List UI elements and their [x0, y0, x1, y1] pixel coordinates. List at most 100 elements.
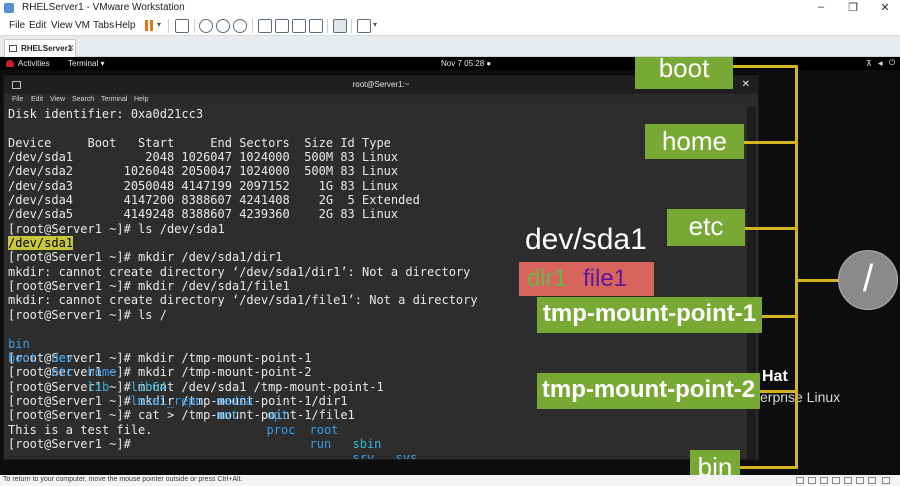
- etc-box: etc: [667, 209, 745, 246]
- snapshot-manager-icon[interactable]: [233, 19, 247, 33]
- ls-entry: local_repo: [130, 393, 203, 408]
- power-dropdown-icon[interactable]: ▾: [157, 20, 161, 29]
- terminal-line: [root@Server1 ~]# mkdir /tmp-mount-point…: [8, 350, 312, 365]
- toolbar-divider: [194, 19, 195, 33]
- full-screen-icon[interactable]: [292, 19, 306, 33]
- bin-box: bin: [690, 450, 740, 475]
- guest-display[interactable]: Activities Terminal ▾ Nov 7 05:28 ● ⊼ ◂ …: [0, 57, 900, 475]
- pause-icon[interactable]: [145, 20, 148, 31]
- terminal-menu-view[interactable]: View: [50, 96, 65, 103]
- vm-tab[interactable]: RHELServer1 ✕: [4, 39, 76, 57]
- unity-view-icon[interactable]: [309, 19, 323, 33]
- message-log-icon[interactable]: [882, 477, 890, 484]
- vm-tab-icon: [9, 45, 17, 52]
- tree-branch-boot: [733, 65, 796, 68]
- snapshot-icon[interactable]: [199, 19, 213, 33]
- minimize-button[interactable]: –: [806, 1, 836, 15]
- terminal-line: [root@Server1 ~]# cat > /tmp-mount-point…: [8, 408, 355, 423]
- terminal-menu-help[interactable]: Help: [134, 96, 148, 103]
- terminal-app-menu[interactable]: Terminal ▾: [68, 59, 104, 68]
- terminal-line: /dev/sda3 2050048 4147199 2097152 1G 83 …: [8, 178, 399, 193]
- terminal-line: This is a test file.: [8, 422, 153, 437]
- tmp-mount-point-2-box: tmp-mount-point-2: [537, 373, 760, 409]
- vmware-logo-icon: [4, 3, 14, 13]
- terminal-line: /dev/sda5 4149248 8388607 4239360 2G 83 …: [8, 207, 399, 222]
- terminal-menu-terminal[interactable]: Terminal: [101, 96, 127, 103]
- dir1-label: dir1: [527, 265, 568, 292]
- hard-disk-icon[interactable]: [796, 477, 804, 484]
- device-label: dev/sda1: [525, 223, 647, 256]
- pause-icon-bar: [150, 20, 153, 31]
- vmware-title-bar: RHELServer1 - VMware Workstation – ❐ ✕: [0, 0, 900, 16]
- system-menu-icon[interactable]: ⏻: [889, 58, 895, 68]
- menu-view[interactable]: View: [51, 20, 73, 31]
- redhat-logo-icon: [6, 60, 14, 67]
- terminal-line: /dev/sda1 2048 1026047 1024000 500M 83 L…: [8, 150, 399, 165]
- terminal-line: Disk identifier: 0xa0d21cc3: [8, 107, 204, 121]
- ls-entry: home: [87, 365, 117, 380]
- printer-icon[interactable]: [856, 477, 864, 484]
- ls-entry: media: [216, 393, 253, 408]
- thumbnail-bar-icon[interactable]: [275, 19, 289, 33]
- ls-entry: run: [309, 436, 332, 451]
- toolbar-divider: [351, 19, 352, 33]
- sound-card-icon[interactable]: [844, 477, 852, 484]
- menu-edit[interactable]: Edit: [29, 20, 46, 31]
- network-adapter-icon[interactable]: [820, 477, 828, 484]
- console-view-icon[interactable]: [333, 19, 347, 33]
- ls-entry: etc: [51, 365, 74, 380]
- terminal-menu-file[interactable]: File: [12, 96, 23, 103]
- menu-vm[interactable]: VM: [75, 20, 90, 31]
- menu-help[interactable]: Help: [115, 20, 136, 31]
- toolbar-divider: [327, 19, 328, 33]
- clock[interactable]: Nov 7 05:28 ●: [441, 59, 491, 68]
- boot-box: boot: [635, 57, 733, 89]
- home-box: home: [645, 124, 744, 159]
- ls-entry: boot: [8, 350, 37, 365]
- volume-icon[interactable]: ◂: [878, 58, 883, 69]
- vm-tab-label: RHELServer1: [21, 44, 73, 53]
- activities-button[interactable]: Activities: [18, 59, 50, 68]
- vmware-menu-bar: File Edit View VM Tabs Help ▾ ▾: [0, 16, 900, 36]
- ls-entry: srv: [352, 451, 375, 459]
- send-ctrl-alt-del-icon[interactable]: [175, 19, 189, 33]
- network-icon[interactable]: ⊼: [866, 59, 872, 68]
- display-icon[interactable]: [868, 477, 876, 484]
- device-contents-box: dir1 file1: [519, 262, 654, 296]
- usb-icon[interactable]: [832, 477, 840, 484]
- toolbar-divider: [252, 19, 253, 33]
- vm-tab-strip: RHELServer1 ✕: [0, 36, 900, 57]
- gnome-top-bar: Activities Terminal ▾ Nov 7 05:28 ● ⊼ ◂ …: [0, 57, 900, 70]
- terminal-close-icon[interactable]: ✕: [742, 79, 750, 90]
- ls-entry: proc: [266, 422, 296, 437]
- stretch-dropdown-icon[interactable]: ▾: [373, 20, 377, 29]
- vm-tab-close-icon[interactable]: ✕: [67, 43, 75, 54]
- root-directory-node: /: [838, 250, 898, 310]
- ls-entry: opt: [266, 408, 289, 423]
- ls-entry: sbin: [352, 436, 382, 451]
- menu-file[interactable]: File: [9, 20, 25, 31]
- terminal-menu-search[interactable]: Search: [72, 96, 94, 103]
- revert-snapshot-icon[interactable]: [216, 19, 230, 33]
- tree-branch-root: [796, 279, 840, 282]
- status-message: To return to your computer, move the mou…: [3, 476, 243, 483]
- close-button[interactable]: ✕: [870, 1, 900, 15]
- ls-output-row: boot etc lib local_repo mnt proc run srv…: [8, 337, 746, 459]
- terminal-menu-edit[interactable]: Edit: [31, 96, 43, 103]
- menu-tabs[interactable]: Tabs: [93, 20, 114, 31]
- maximize-button[interactable]: ❐: [838, 1, 868, 15]
- wallpaper-brand: Hat: [762, 368, 788, 385]
- library-view-icon[interactable]: [258, 19, 272, 33]
- terminal-line: Device Boot Start End Sectors Size Id Ty…: [8, 135, 391, 150]
- tree-branch-home: [744, 141, 796, 144]
- ls-entry: lib: [87, 379, 110, 394]
- file1-label: file1: [583, 265, 628, 292]
- cd-drive-icon[interactable]: [808, 477, 816, 484]
- tmp-mount-point-1-box: tmp-mount-point-1: [537, 297, 762, 333]
- stretch-guest-icon[interactable]: [357, 19, 371, 33]
- tree-branch-bin: [740, 466, 796, 469]
- ls-entry: lib64: [130, 379, 167, 394]
- terminal-line: /dev/sda4 4147200 8388607 4241408 2G 5 E…: [8, 193, 420, 208]
- window-title: RHELServer1 - VMware Workstation: [22, 2, 185, 13]
